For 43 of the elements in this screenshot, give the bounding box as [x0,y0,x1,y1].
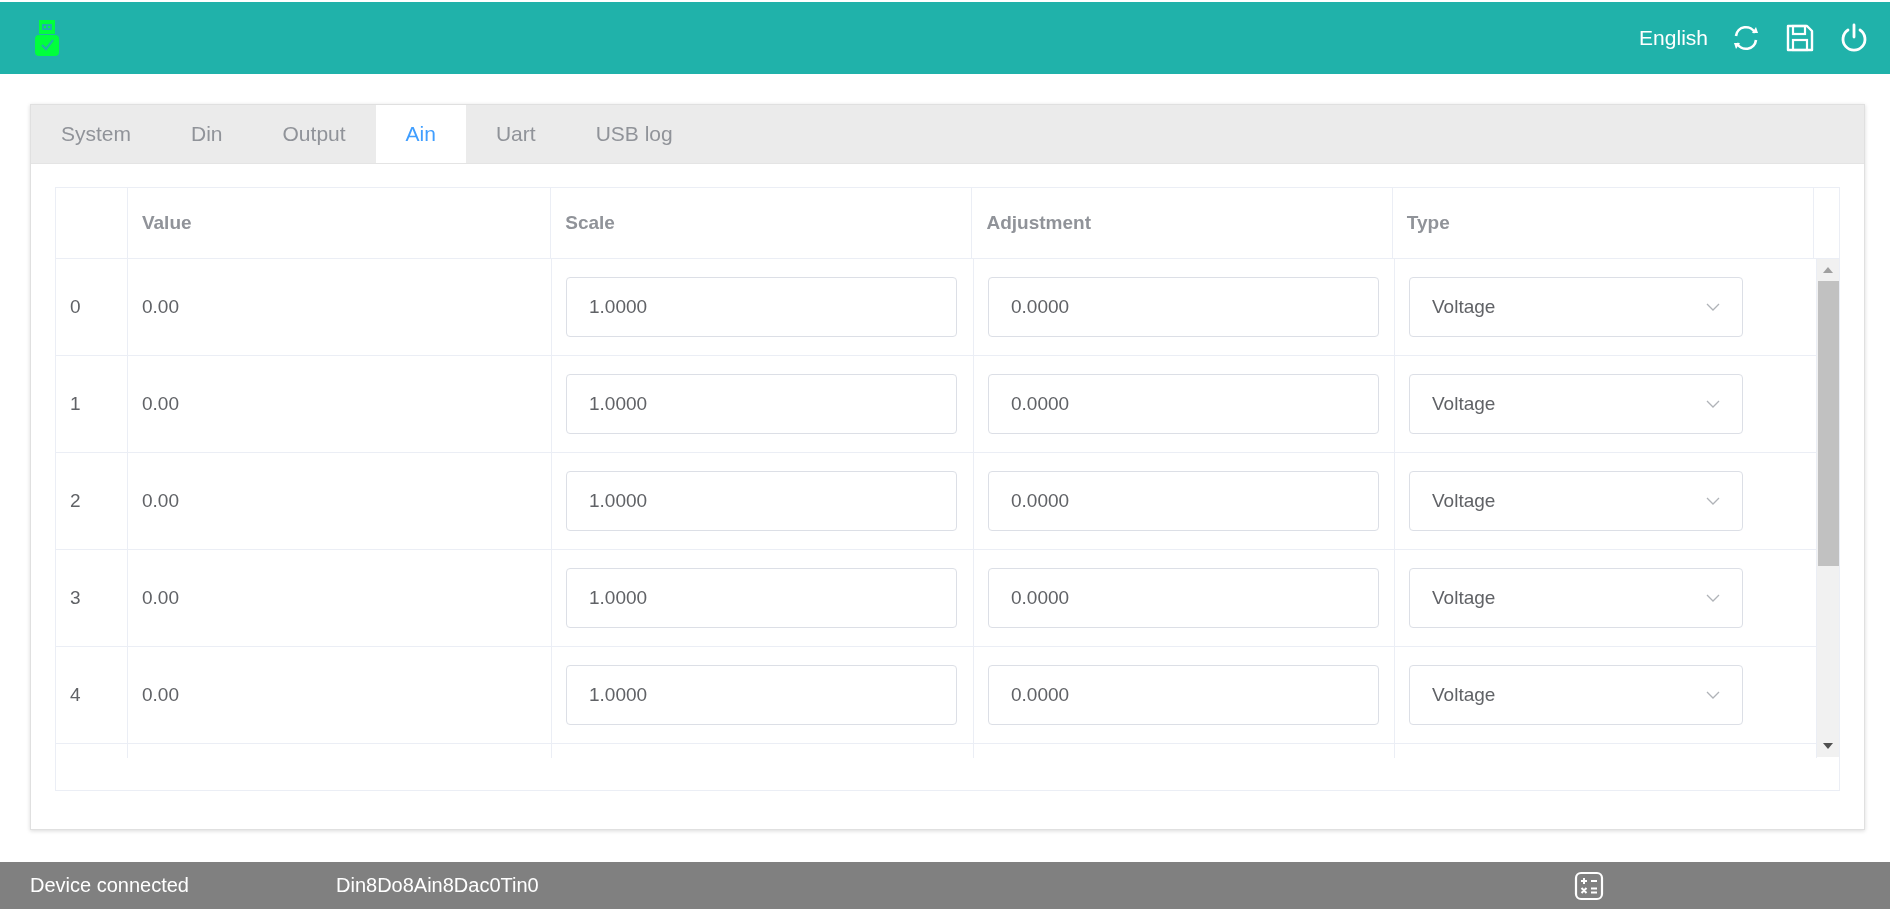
scrollbar-thumb[interactable] [1817,281,1839,566]
chevron-down-icon [1706,691,1720,699]
type-dropdown[interactable]: Voltage [1409,568,1743,628]
device-model: Din8Do8Ain8Dac0Tin0 [336,874,540,897]
chevron-down-icon [1706,400,1720,408]
scale-input[interactable]: 1.0000 [566,277,957,337]
channel-index: 3 [70,587,81,609]
scale-input[interactable]: 1.0000 [566,374,957,434]
channel-value: 0.00 [142,587,179,609]
channel-index: 2 [70,490,81,512]
scale-input[interactable]: 1.0000 [566,665,957,725]
column-header: Value [141,212,192,234]
scale-input[interactable]: 1.0000 [566,471,957,531]
channel-value: 0.00 [142,296,179,318]
channel-index: 0 [70,296,81,318]
adjustment-input[interactable]: 0.0000 [988,277,1379,337]
channel-value: 0.00 [142,684,179,706]
save-icon[interactable] [1784,22,1816,54]
scroll-up-icon[interactable] [1823,267,1833,273]
column-header: Type [1406,212,1450,234]
chevron-down-icon [1706,594,1720,602]
type-dropdown[interactable]: Voltage [1409,277,1743,337]
channel-value: 0.00 [142,393,179,415]
column-header: Scale [565,212,615,234]
adjustment-input[interactable]: 0.0000 [988,568,1379,628]
connection-status: Device connected [30,874,190,897]
type-dropdown[interactable]: Voltage [1409,471,1743,531]
adjustment-input[interactable]: 0.0000 [988,665,1379,725]
type-dropdown[interactable]: Voltage [1409,665,1743,725]
chevron-down-icon [1706,303,1720,311]
channel-value: 0.00 [142,490,179,512]
scroll-down-icon[interactable] [1823,743,1833,749]
chevron-down-icon [1706,497,1720,505]
calculator-icon[interactable] [1574,870,1604,901]
adjustment-input[interactable]: 0.0000 [988,471,1379,531]
channel-index: 1 [70,393,81,415]
channel-index: 4 [70,684,81,706]
scale-input[interactable]: 1.0000 [566,568,957,628]
column-header: Adjustment [986,212,1091,234]
adjustment-input[interactable]: 0.0000 [988,374,1379,434]
scrollbar[interactable] [1817,259,1839,757]
usb-drive-check-icon [35,20,59,56]
type-dropdown[interactable]: Voltage [1409,374,1743,434]
